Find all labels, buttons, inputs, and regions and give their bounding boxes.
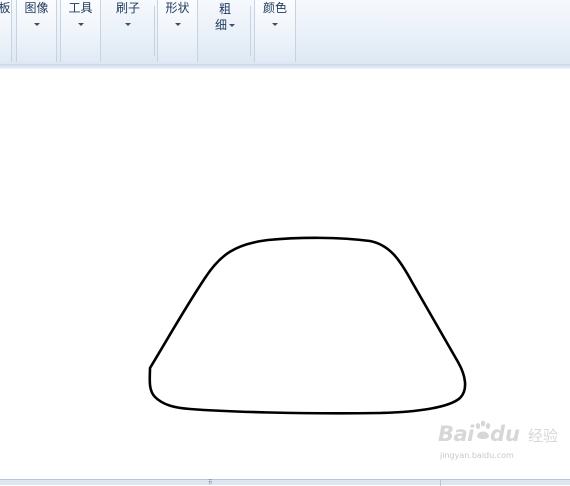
ribbon-group-colors[interactable]: 颜色: [254, 0, 296, 62]
trapezoid-outline: [148, 236, 467, 415]
ribbon-group-image[interactable]: 图像: [16, 0, 57, 62]
chevron-down-icon: [174, 23, 181, 26]
ribbon-group-brushes[interactable]: 刷子: [105, 0, 151, 62]
size-label: 粗 细: [202, 1, 248, 33]
size-label-line2-row: 细: [202, 17, 248, 33]
image-label: 图像: [24, 1, 49, 15]
canvas-drawing: [148, 236, 467, 415]
chevron-down-icon: [33, 23, 40, 26]
brushes-label: 刷子: [115, 1, 140, 15]
ribbon-separator: [250, 6, 251, 56]
ribbon: 板 图像 工具 刷子 形状 粗 细 颜色: [0, 0, 570, 65]
tools-label: 工具: [68, 1, 93, 15]
clipboard-label: 板: [0, 1, 11, 15]
ribbon-group-size[interactable]: 粗 细: [202, 0, 248, 62]
ribbon-group-clipboard[interactable]: 板: [0, 0, 12, 62]
chevron-down-icon: [77, 23, 84, 26]
chevron-down-icon: [125, 23, 131, 26]
ribbon-group-tools[interactable]: 工具: [60, 0, 101, 62]
colors-label: 颜色: [262, 1, 287, 15]
size-label-line2: 细: [214, 18, 227, 32]
ribbon-group-shapes[interactable]: 形状: [157, 0, 198, 62]
shapes-label: 形状: [165, 1, 190, 15]
size-label-line1: 粗: [218, 2, 231, 16]
drawing-canvas[interactable]: [0, 69, 570, 479]
chevron-down-icon: [229, 24, 235, 27]
ribbon-separator: [154, 6, 155, 56]
status-bar: ⠿: [0, 479, 570, 486]
chevron-down-icon: [272, 23, 278, 26]
status-divider: [440, 480, 441, 486]
resize-grip-icon[interactable]: ⠿: [208, 480, 212, 486]
